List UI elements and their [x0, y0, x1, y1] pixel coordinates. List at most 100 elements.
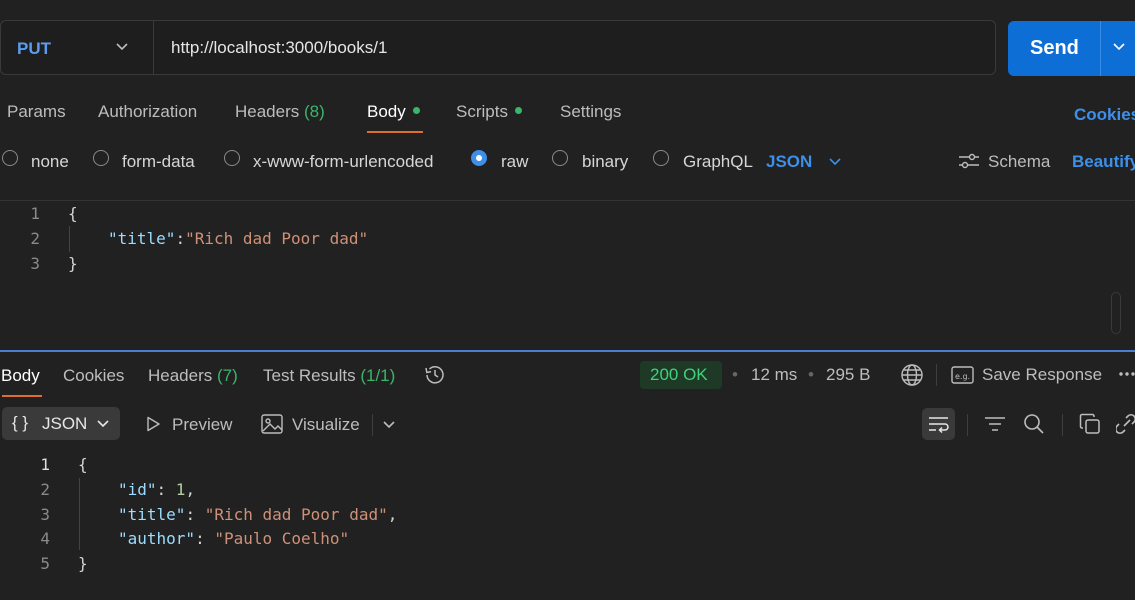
tab-authorization[interactable]: Authorization [98, 102, 197, 122]
radio-urlencoded[interactable] [224, 150, 240, 166]
radio-urlencoded-label[interactable]: x-www-form-urlencoded [253, 152, 433, 172]
response-size[interactable]: 295 B [826, 365, 870, 385]
search-icon[interactable] [1023, 413, 1045, 440]
schema-icon[interactable] [958, 152, 980, 175]
response-format-select[interactable]: { } JSON [2, 407, 120, 440]
active-tab-underline [367, 131, 423, 133]
method-select[interactable]: PUT [17, 39, 51, 59]
json-number: 1 [175, 480, 186, 499]
radio-binary-label[interactable]: binary [582, 152, 628, 172]
tab-params[interactable]: Params [7, 102, 66, 122]
toolbar-separator [967, 414, 968, 436]
tab-scripts[interactable]: Scripts [456, 102, 522, 122]
cookies-link[interactable]: Cookies [1074, 105, 1135, 125]
code-line[interactable]: "author": "Paulo Coelho" [118, 529, 349, 548]
schema-button[interactable]: Schema [988, 152, 1050, 172]
json-colon: : [156, 480, 176, 499]
copy-icon[interactable] [1079, 413, 1101, 440]
json-colon: : [175, 229, 186, 248]
indent-guide [69, 226, 70, 252]
indent-guide [79, 478, 80, 550]
code-brace[interactable]: { [68, 204, 78, 223]
braces-icon: { } [12, 413, 29, 432]
tab-headers-label: Headers [235, 102, 300, 121]
response-time[interactable]: 12 ms [751, 365, 797, 385]
radio-form-data-label[interactable]: form-data [122, 152, 195, 172]
active-tab-underline [2, 395, 42, 397]
link-icon[interactable] [1114, 413, 1135, 440]
language-select[interactable]: JSON [766, 152, 812, 172]
send-button[interactable]: Send [1008, 21, 1135, 76]
json-value: "Rich dad Poor dad" [204, 505, 388, 524]
beautify-button[interactable]: Beautify [1072, 152, 1135, 172]
meta-separator: • [732, 365, 738, 384]
response-format-label: JSON [42, 414, 88, 433]
chevron-down-icon[interactable] [1112, 39, 1126, 59]
line-number: 2 [30, 229, 40, 248]
body-modified-dot [412, 107, 420, 114]
code-line[interactable]: "title":"Rich dad Poor dad" [108, 229, 368, 248]
filter-icon[interactable] [984, 415, 1006, 438]
wrap-lines-button[interactable] [922, 408, 955, 440]
response-tab-test-results[interactable]: Test Results (1/1) [263, 366, 395, 386]
radio-none-label[interactable]: none [31, 152, 69, 172]
radio-raw-label[interactable]: raw [501, 152, 528, 172]
save-response-icon[interactable]: e.g. [951, 365, 975, 390]
svg-text:e.g.: e.g. [955, 372, 970, 381]
response-tab-cookies[interactable]: Cookies [63, 366, 124, 386]
send-divider [1100, 21, 1101, 76]
editor-scrollbar[interactable] [1111, 292, 1121, 334]
play-icon[interactable] [145, 416, 161, 437]
tab-body-label: Body [367, 102, 406, 121]
more-options-icon[interactable] [1118, 366, 1135, 387]
url-divider [153, 21, 154, 74]
headers-count: (8) [304, 102, 325, 121]
visualize-button[interactable]: Visualize [292, 415, 360, 435]
code-line[interactable]: "title": "Rich dad Poor dad", [118, 505, 397, 524]
editor-divider [0, 200, 1135, 201]
response-tab-headers[interactable]: Headers (7) [148, 366, 238, 386]
json-key: "author" [118, 529, 196, 548]
pane-splitter[interactable] [0, 350, 1135, 352]
response-tab-headers-label: Headers [148, 366, 213, 385]
tab-settings[interactable]: Settings [560, 102, 621, 122]
status-badge[interactable]: 200 OK [640, 361, 722, 389]
radio-raw[interactable] [471, 150, 487, 166]
tab-scripts-label: Scripts [456, 102, 508, 121]
image-icon[interactable] [261, 414, 283, 439]
chevron-down-icon[interactable] [115, 39, 129, 59]
json-colon: : [195, 529, 215, 548]
tab-headers[interactable]: Headers (8) [235, 102, 325, 122]
json-value: "Rich dad Poor dad" [185, 229, 369, 248]
json-colon: : [185, 505, 205, 524]
send-label: Send [1030, 37, 1079, 59]
wrap-lines-icon [928, 415, 950, 438]
chevron-down-icon[interactable] [382, 417, 396, 437]
code-brace[interactable]: } [78, 554, 88, 573]
code-line[interactable]: "id": 1, [118, 480, 195, 499]
tab-body[interactable]: Body [367, 102, 420, 122]
response-tab-test-results-label: Test Results [263, 366, 356, 385]
json-key: "title" [118, 505, 186, 524]
globe-icon[interactable] [900, 363, 924, 392]
radio-graphql-label[interactable]: GraphQL [683, 152, 753, 172]
url-input[interactable]: http://localhost:3000/books/1 [171, 38, 387, 58]
save-response-button[interactable]: Save Response [982, 365, 1102, 385]
radio-binary[interactable] [552, 150, 568, 166]
chevron-down-icon [96, 416, 110, 436]
preview-button[interactable]: Preview [172, 415, 232, 435]
json-comma: , [185, 480, 196, 499]
radio-graphql[interactable] [653, 150, 669, 166]
status-text: 200 OK [650, 365, 708, 384]
code-brace[interactable]: } [68, 254, 78, 273]
response-tab-body[interactable]: Body [1, 366, 40, 386]
history-icon[interactable] [423, 364, 447, 391]
radio-none[interactable] [2, 150, 18, 166]
json-comma: , [387, 505, 398, 524]
line-number: 3 [40, 505, 50, 524]
code-brace[interactable]: { [78, 455, 88, 474]
line-number: 2 [40, 480, 50, 499]
chevron-down-icon[interactable] [828, 154, 842, 174]
json-key: "title" [108, 229, 176, 248]
radio-form-data[interactable] [93, 150, 109, 166]
